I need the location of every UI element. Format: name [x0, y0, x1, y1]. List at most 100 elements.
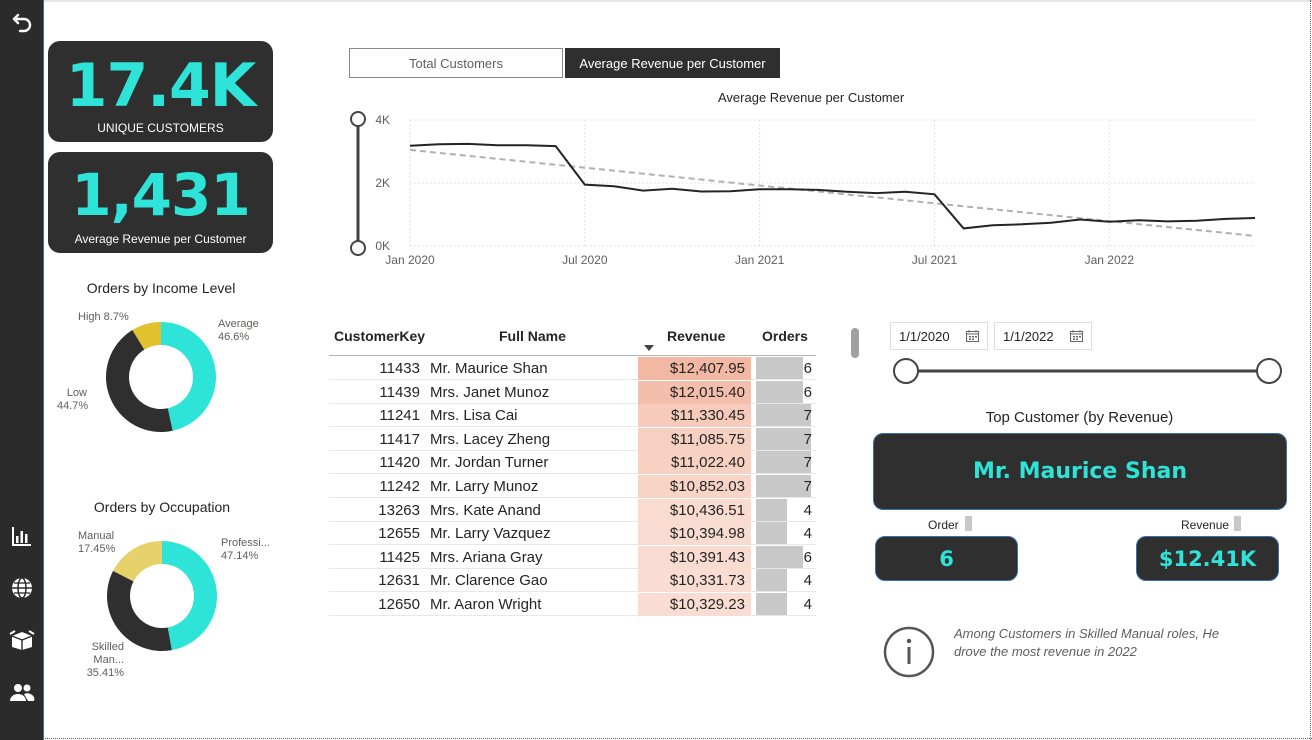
- income-average-label: Average 46.6%: [218, 318, 259, 343]
- occupation-donut-chart[interactable]: [101, 535, 223, 657]
- x-tick-label: Jan 2022: [1085, 253, 1135, 267]
- orders-cell: 7: [803, 407, 812, 425]
- end-date-input[interactable]: 1/1/2022: [994, 322, 1092, 350]
- table-row[interactable]: 11242 Mr. Larry Munoz $10,852.03 7: [329, 475, 816, 498]
- revenue-value: $12.41K: [1158, 546, 1257, 571]
- full-name: Mr. Jordan Turner: [430, 454, 549, 472]
- table-row[interactable]: 11420 Mr. Jordan Turner $11,022.40 7: [329, 451, 816, 475]
- revenue-cell: $10,329.23: [638, 593, 751, 616]
- slider-start-handle[interactable]: [893, 358, 919, 384]
- revenue-cell: $10,852.03: [638, 475, 751, 498]
- x-tick-label: Jul 2020: [562, 253, 608, 267]
- bottom-border: [0, 738, 1312, 739]
- table-row[interactable]: 13263 Mrs. Kate Anand $10,436.51 4: [329, 498, 816, 522]
- x-tick-label: Jul 2021: [912, 253, 958, 267]
- table-scrollbar[interactable]: [851, 328, 859, 358]
- orders-cell: 7: [803, 478, 812, 495]
- donut-slice-professi[interactable]: [162, 541, 218, 651]
- orders-cell: 4: [803, 501, 812, 519]
- donut-slice-average[interactable]: [161, 322, 216, 431]
- income-donut-chart[interactable]: [100, 316, 222, 438]
- revenue-mini-bar: [1234, 516, 1241, 531]
- revenue-cell: $10,394.98: [638, 522, 751, 546]
- date-range-slider[interactable]: [890, 356, 1286, 388]
- col-header-orders[interactable]: Orders: [762, 328, 808, 344]
- full-name: Mrs. Lisa Cai: [430, 407, 518, 425]
- revenue-cell: $11,330.45: [638, 404, 751, 428]
- globe-icon[interactable]: [0, 570, 44, 606]
- customer-key: 11242: [379, 478, 420, 495]
- y-slider-bottom-handle[interactable]: [350, 240, 366, 256]
- x-tick-label: Jan 2021: [735, 253, 785, 267]
- start-date-value: 1/1/2020: [899, 328, 950, 344]
- customer-key: 12655: [378, 525, 420, 543]
- sort-desc-icon[interactable]: [644, 345, 654, 351]
- y-slider-top-handle[interactable]: [350, 111, 366, 127]
- users-icon[interactable]: [0, 674, 44, 710]
- calendar-icon[interactable]: [1070, 330, 1083, 342]
- series-line[interactable]: [409, 142, 1256, 230]
- tab-total-customers[interactable]: Total Customers: [349, 48, 563, 78]
- order-value: 6: [939, 546, 954, 571]
- revenue-cell: $11,085.75: [638, 427, 751, 451]
- table-row[interactable]: 11433 Mr. Maurice Shan $12,407.95 6: [329, 357, 816, 380]
- end-date-value: 1/1/2022: [1003, 328, 1054, 344]
- table-row[interactable]: 11241 Mrs. Lisa Cai $11,330.45 7: [329, 404, 816, 428]
- customer-key: 11420: [379, 454, 420, 472]
- table-row[interactable]: 11417 Mrs. Lacey Zheng $11,085.75 7: [329, 427, 816, 451]
- table-row[interactable]: 12631 Mr. Clarence Gao $10,331.73 4: [329, 569, 816, 593]
- calendar-icon[interactable]: [966, 330, 979, 342]
- orders-cell: 4: [803, 596, 812, 613]
- table-row[interactable]: 12655 Mr. Larry Vazquez $10,394.98 4: [329, 522, 816, 546]
- income-donut-title: Orders by Income Level: [86, 280, 236, 296]
- order-label: Order: [928, 518, 959, 532]
- col-header-customerkey[interactable]: CustomerKey: [334, 328, 425, 344]
- customer-key: 12631: [378, 572, 420, 590]
- unique-customers-value: 17.4K: [65, 51, 257, 121]
- report-canvas: { "kpis": { "unique_customers": { "value…: [0, 0, 1312, 740]
- full-name: Mr. Larry Vazquez: [430, 525, 551, 543]
- slider-end-handle[interactable]: [1256, 358, 1282, 384]
- table-row[interactable]: 11439 Mrs. Janet Munoz $12,015.40 6: [329, 380, 816, 404]
- orders-cell: 6: [803, 383, 812, 401]
- full-name: Mr. Clarence Gao: [430, 572, 548, 590]
- trend-line: [409, 148, 1256, 237]
- full-name: Mrs. Kate Anand: [430, 501, 541, 519]
- full-name: Mr. Larry Munoz: [430, 478, 539, 495]
- col-header-fullname[interactable]: Full Name: [499, 328, 566, 344]
- unique-customers-card: 17.4K UNIQUE CUSTOMERS: [48, 41, 273, 142]
- avg-revenue-value: 1,431: [71, 161, 250, 229]
- col-header-revenue[interactable]: Revenue: [667, 328, 725, 344]
- occupation-professional-label: Professi... 47.14%: [221, 537, 270, 562]
- back-arrow-icon[interactable]: [0, 4, 44, 40]
- revenue-cell: $12,015.40: [638, 380, 751, 404]
- y-tick-label: 4K: [375, 113, 390, 127]
- table-row[interactable]: 11425 Mrs. Ariana Gray $10,391.43 6: [329, 545, 816, 569]
- occupation-manual-label: Manual 17.45%: [78, 530, 116, 555]
- occupation-skilled-label: Skilled Man... 35.41%: [86, 641, 124, 679]
- customer-key: 11439: [379, 383, 420, 401]
- orders-cell: 6: [803, 548, 812, 566]
- table-row[interactable]: 12650 Mr. Aaron Wright $10,329.23 4: [329, 593, 816, 616]
- full-name: Mrs. Ariana Gray: [430, 548, 543, 566]
- nav-sidebar: [0, 0, 44, 740]
- revenue-label: Revenue: [1181, 518, 1230, 532]
- line-chart[interactable]: 0K 2K 4K Jan 2020 Jul 2020 Jan 2021 Jul 2021 Ja…: [340, 108, 1270, 273]
- donut-slice-skilled-man[interactable]: [106, 570, 172, 651]
- orders-cell: 6: [803, 360, 812, 377]
- customer-key: 11417: [379, 430, 420, 448]
- right-border: [1310, 0, 1311, 740]
- tab-avg-revenue[interactable]: Average Revenue per Customer: [565, 48, 780, 78]
- order-mini-bar: [965, 516, 972, 531]
- customer-key: 11425: [379, 548, 420, 566]
- info-icon[interactable]: [883, 626, 935, 678]
- box-icon[interactable]: [0, 622, 44, 658]
- bar-chart-icon[interactable]: [0, 518, 44, 554]
- donut-slice-low[interactable]: [105, 330, 173, 432]
- full-name: Mr. Aaron Wright: [430, 596, 542, 613]
- avg-revenue-card: 1,431 Average Revenue per Customer: [48, 152, 273, 253]
- customer-key: 13263: [378, 501, 420, 519]
- start-date-input[interactable]: 1/1/2020: [890, 322, 988, 350]
- top-customer-name-card: Mr. Maurice Shan: [873, 433, 1287, 510]
- full-name: Mrs. Lacey Zheng: [430, 430, 551, 448]
